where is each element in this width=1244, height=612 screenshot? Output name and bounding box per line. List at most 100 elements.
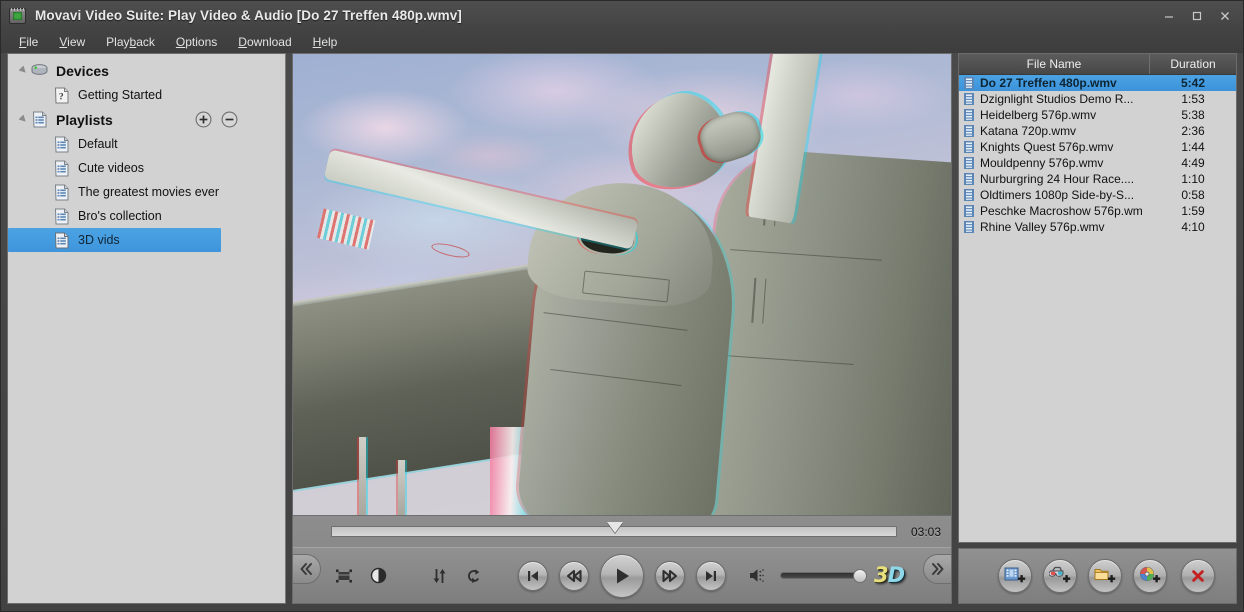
table-row[interactable]: Oldtimers 1080p Side-by-S... 0:58 (959, 187, 1236, 203)
sidebar-group-playlists[interactable]: Playlists (8, 107, 285, 132)
sidebar-group-devices[interactable]: Devices (8, 58, 285, 83)
window-controls (1155, 1, 1239, 30)
menu-item-view[interactable]: View (49, 32, 96, 52)
playlist-icon (52, 135, 71, 154)
sidebar-item-label: Default (78, 137, 118, 151)
menu-item-playback[interactable]: Playback (96, 32, 166, 52)
collapse-left-button[interactable] (293, 554, 321, 584)
sidebar-item-default[interactable]: Default (8, 132, 285, 156)
player-panel: 03:03 3D (292, 53, 952, 604)
playlist-add-buttons (998, 559, 1167, 593)
duration-cell: 4:10 (1181, 220, 1205, 234)
stereo-3d-button[interactable]: 3D (873, 563, 905, 587)
crop-frame-icon[interactable] (334, 566, 354, 586)
loop-repeat-icon[interactable] (464, 566, 484, 586)
menu-bar: FFileile View Playback Options Download … (1, 30, 1243, 53)
transport-controls (518, 553, 726, 598)
menu-item-help[interactable]: Help (303, 32, 349, 52)
speaker-icon[interactable] (748, 567, 768, 585)
file-name-cell: Do 27 Treffen 480p.wmv (980, 76, 1117, 90)
chevron-expanded-icon[interactable] (16, 66, 30, 75)
rewind-button[interactable] (559, 560, 589, 591)
table-row[interactable]: Do 27 Treffen 480p.wmv 5:42 (959, 75, 1236, 91)
seek-bar-row: 03:03 (293, 516, 951, 547)
duration-cell: 5:42 (1180, 76, 1206, 90)
add-playlist-button[interactable] (195, 111, 212, 128)
add-video-button[interactable] (998, 559, 1032, 593)
previous-button[interactable] (518, 560, 548, 591)
contrast-circle-icon[interactable] (368, 566, 388, 586)
menu-item-options[interactable]: Options (166, 32, 228, 52)
fast-forward-button[interactable] (655, 560, 685, 591)
seek-thumb[interactable] (606, 522, 623, 533)
playlist-table: File Name Duration Do 27 Treffen 480p.wm… (958, 53, 1237, 543)
player-tool-icons (334, 566, 484, 586)
chevron-expanded-icon[interactable] (16, 115, 30, 124)
sidebar-item-bros-collection[interactable]: Bro's collection (8, 204, 285, 228)
add-3d-video-button[interactable] (1043, 559, 1077, 593)
question-help-icon: ? (52, 86, 71, 105)
table-row[interactable]: Mouldpenny 576p.wmv 4:49 (959, 155, 1236, 171)
table-row[interactable]: Heidelberg 576p.wmv 5:38 (959, 107, 1236, 123)
volume-thumb[interactable] (852, 569, 867, 583)
file-name-cell: Heidelberg 576p.wmv (980, 108, 1097, 122)
video-display[interactable] (293, 54, 951, 516)
table-row[interactable]: Nurburgring 24 Hour Race.... 1:10 (959, 171, 1236, 187)
playlist-icon (52, 183, 71, 202)
file-name-cell: Mouldpenny 576p.wmv (980, 156, 1104, 170)
sidebar-item-getting-started[interactable]: ? Getting Started (8, 83, 285, 107)
aircraft-fuselage (694, 146, 951, 515)
file-name-cell: Dzignlight Studios Demo R... (980, 92, 1134, 106)
add-disc-button[interactable] (1133, 559, 1167, 593)
stereo-3d-label-3: 3 (873, 563, 889, 587)
next-button[interactable] (696, 560, 726, 591)
sidebar-item-greatest-movies[interactable]: The greatest movies ever (8, 180, 285, 204)
up-down-arrows-icon[interactable] (430, 566, 450, 586)
maximize-icon[interactable] (1183, 5, 1211, 27)
sidebar-item-3d-vids[interactable]: 3D vids (8, 228, 221, 252)
remove-file-button[interactable] (1181, 559, 1215, 593)
sidebar-item-label: The greatest movies ever (78, 185, 220, 199)
sidebar-item-cute-videos[interactable]: Cute videos (8, 156, 285, 180)
playlist-icon (52, 207, 71, 226)
table-row[interactable]: Katana 720p.wmv 2:36 (959, 123, 1236, 139)
add-folder-button[interactable] (1088, 559, 1122, 593)
playlist-panel: File Name Duration Do 27 Treffen 480p.wm… (958, 53, 1237, 604)
seek-slider[interactable] (331, 522, 897, 537)
file-name-cell: Oldtimers 1080p Side-by-S... (980, 188, 1135, 202)
duration-cell: 4:49 (1181, 156, 1205, 170)
table-row[interactable]: Rhine Valley 576p.wmv 4:10 (959, 219, 1236, 235)
movavi-app-icon (9, 7, 26, 24)
playlist-rows: Do 27 Treffen 480p.wmv 5:42 Dzignlight S… (959, 75, 1236, 542)
minimize-icon[interactable] (1155, 5, 1183, 27)
collapse-right-button[interactable] (923, 554, 951, 584)
stereo-3d-label-d: D (887, 563, 905, 587)
table-row[interactable]: Knights Quest 576p.wmv 1:44 (959, 139, 1236, 155)
table-row[interactable]: Peschke Macroshow 576p.wm 1:59 (959, 203, 1236, 219)
volume-and-3d-cluster: 3D (748, 563, 905, 587)
volume-slider[interactable] (779, 569, 867, 583)
table-row[interactable]: Dzignlight Studios Demo R... 1:53 (959, 91, 1236, 107)
playlist-icon (30, 110, 49, 129)
film-strip-icon (964, 77, 974, 89)
playlist-actions (195, 111, 238, 128)
device-drive-icon (30, 61, 49, 80)
close-icon[interactable] (1211, 5, 1239, 27)
film-strip-icon (964, 189, 974, 201)
playlist-header: File Name Duration (959, 54, 1236, 75)
playlist-icon (52, 159, 71, 178)
column-header-file-name[interactable]: File Name (959, 54, 1150, 74)
remove-playlist-button[interactable] (221, 111, 238, 128)
file-name-cell: Katana 720p.wmv (980, 124, 1077, 138)
film-strip-icon (964, 205, 974, 217)
menu-item-download[interactable]: Download (228, 32, 302, 52)
film-strip-icon (964, 221, 974, 233)
sidebar-panel: Devices ? Getting Started Playlists Defa… (7, 53, 286, 604)
duration-cell: 5:38 (1181, 108, 1205, 122)
sidebar-group-label: Playlists (56, 111, 113, 128)
play-button[interactable] (600, 553, 644, 598)
menu-item-file[interactable]: FFileile (9, 32, 49, 52)
film-strip-icon (964, 109, 974, 121)
column-header-duration[interactable]: Duration (1150, 54, 1236, 74)
sidebar-item-label: Cute videos (78, 161, 145, 175)
